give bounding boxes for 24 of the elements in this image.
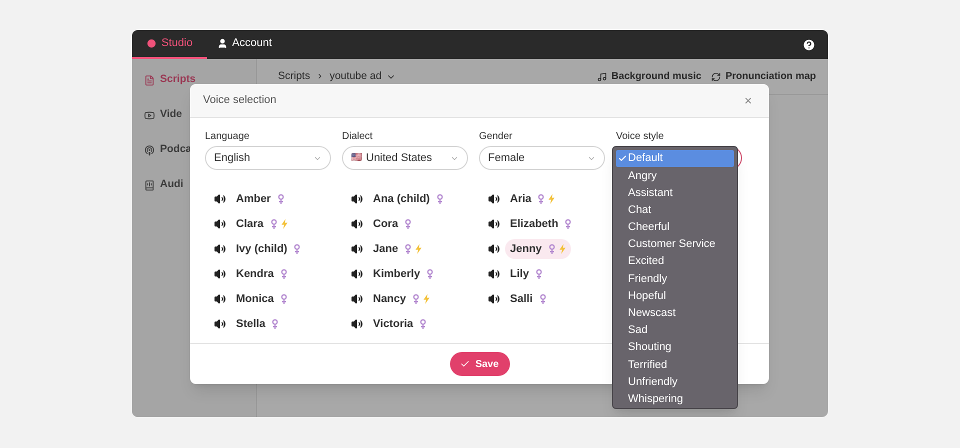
filter-label: Language [205,130,250,144]
breadcrumb-separator: › [318,68,322,84]
dialog-title: Voice selection [203,93,276,108]
filter-label: Gender [479,130,514,144]
voice-name: Victoria [373,316,414,332]
voice-name: Nancy [373,292,406,307]
voice-name: Clara [236,216,264,232]
voice-name: Jenny [510,242,542,257]
voice-name: Amber [236,192,271,207]
flag-icon: 🇺🇸 [351,151,362,165]
voice-name: Salli [510,292,533,307]
voice-name: Aria [510,192,532,207]
voice-name: Monica [236,292,274,307]
voice-name: Kimberly [373,266,420,282]
voice-name: Elizabeth [510,216,558,232]
voice-name: Kendra [236,266,274,282]
voice-name: Ivy (child) [236,242,288,257]
voice-name: Cora [373,216,398,232]
filter-label: Voice style [616,130,665,144]
voice-name: Ana (child) [373,192,430,207]
filter-label: Dialect [342,130,374,144]
voice-name: Lily [510,266,529,282]
voice-name: Stella [236,316,266,332]
voice-name: Jane [373,242,398,257]
